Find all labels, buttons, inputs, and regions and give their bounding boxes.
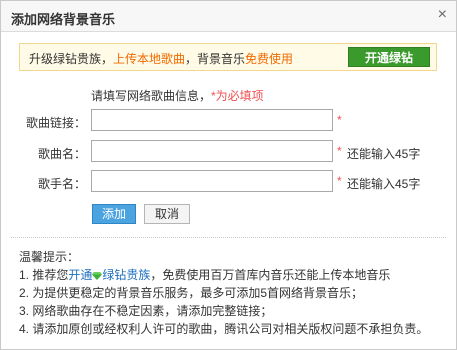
tip-line-1: 1. 推荐您开通 绿钻贵族，免费使用百万首库内音乐还能上传本地音乐	[19, 266, 428, 284]
promo-text: 升级绿钻贵族，上传本地歌曲，背景音乐免费使用	[29, 50, 293, 67]
open-green-diamond-button[interactable]: 开通绿钻	[348, 47, 430, 67]
green-diamond-link[interactable]: 绿钻贵族	[102, 268, 150, 282]
add-music-dialog: 添加网络背景音乐 × 升级绿钻贵族，上传本地歌曲，背景音乐免费使用 开通绿钻 请…	[0, 0, 457, 350]
tip-line-1-suffix: ，免费使用百万首库内音乐还能上传本地音乐	[150, 268, 391, 282]
tip-line-1-prefix: 1. 推荐您	[19, 268, 69, 282]
promo-highlight-upload: 上传本地歌曲	[113, 52, 186, 66]
singer-name-char-limit: 还能输入45字	[347, 177, 421, 191]
tip-line-3: 3. 网络歌曲存在不稳定因素，请添加完整链接；	[19, 304, 273, 318]
song-name-label: 歌曲名：	[37, 147, 86, 161]
song-link-input[interactable]	[91, 109, 333, 131]
promo-banner: 升级绿钻贵族，上传本地歌曲，背景音乐免费使用 开通绿钻	[19, 43, 437, 71]
song-name-char-limit: 还能输入45字	[347, 147, 421, 161]
promo-text-middle: ，背景音乐	[185, 52, 246, 66]
form-hint-text: 请填写网络歌曲信息，	[91, 89, 212, 103]
cancel-button[interactable]: 取消	[144, 204, 190, 224]
promo-highlight-free: 免费使用	[245, 52, 294, 66]
song-name-required-mark: *	[337, 144, 342, 158]
form-hint-required: *为必填项	[211, 89, 264, 103]
form-hint: 请填写网络歌曲信息，*为必填项	[91, 87, 264, 104]
open-link[interactable]: 开通	[68, 268, 92, 282]
dialog-titlebar: 添加网络背景音乐 ×	[1, 1, 456, 32]
singer-name-required-mark: *	[337, 174, 342, 188]
song-link-required-mark: *	[337, 113, 342, 127]
song-link-label: 歌曲链接：	[25, 116, 86, 130]
tip-line-4: 4. 请添加原创或经权利人许可的歌曲，腾讯公司对相关版权问题不承担负责。	[19, 322, 429, 336]
dialog-title: 添加网络背景音乐	[11, 12, 116, 27]
tips-heading: 温馨提示：	[19, 250, 80, 264]
tip-line-2: 2. 为提供更稳定的背景音乐服务，最多可添加5首网络背景音乐；	[19, 286, 364, 300]
singer-name-input[interactable]	[91, 170, 333, 192]
divider	[11, 237, 446, 238]
green-diamond-icon	[92, 271, 103, 280]
close-icon[interactable]: ×	[438, 6, 447, 24]
promo-text-before: 升级绿钻贵族，	[29, 52, 114, 66]
tips-section: 温馨提示： 1. 推荐您开通 绿钻贵族，免费使用百万首库内音乐还能上传本地音乐 2…	[19, 248, 428, 338]
singer-name-label: 歌手名：	[37, 177, 86, 191]
song-name-input[interactable]	[91, 140, 333, 162]
add-button[interactable]: 添加	[92, 204, 136, 224]
